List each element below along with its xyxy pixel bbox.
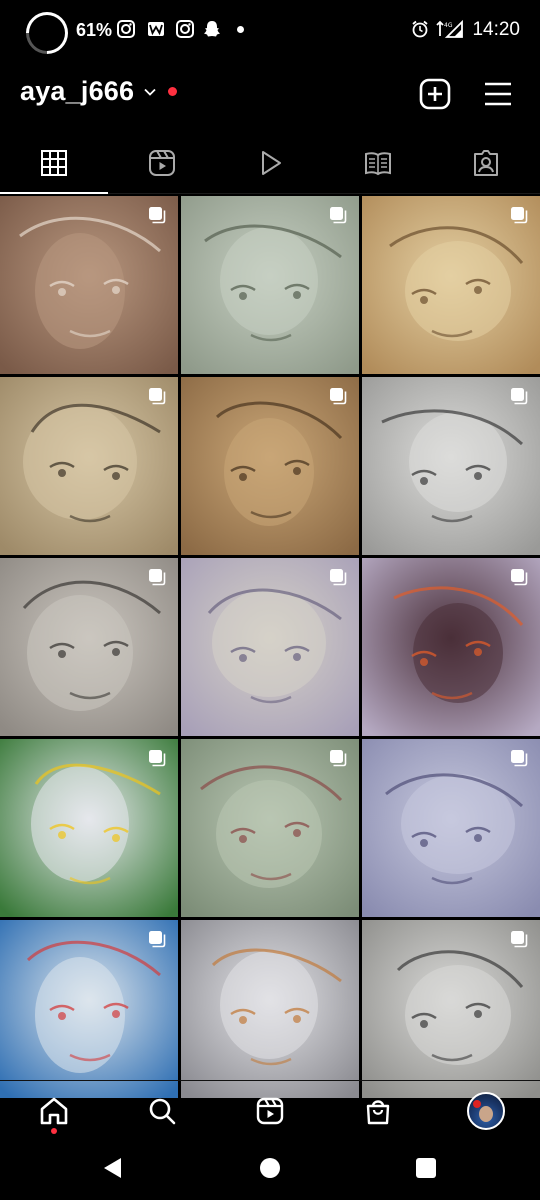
home-button[interactable]: [260, 1158, 280, 1178]
tab-reels[interactable]: [108, 132, 216, 193]
battery-percent: 61%: [76, 20, 113, 40]
search-icon: [149, 1098, 176, 1124]
profile-header: aya_j666: [0, 60, 540, 132]
carousel-icon: [330, 388, 347, 405]
chevron-down-icon: [144, 88, 156, 96]
signal-icon: [444, 19, 463, 38]
grid-icon: [41, 149, 67, 176]
account-switcher[interactable]: aya_j666: [20, 76, 178, 107]
shop-icon: [366, 1099, 390, 1124]
carousel-icon: [511, 750, 528, 767]
battery-ring-icon: [17, 3, 77, 63]
carousel-icon: [330, 750, 347, 767]
clock: 14:20: [472, 19, 520, 40]
instagram-icon: [117, 20, 135, 38]
menu-icon[interactable]: [480, 76, 516, 112]
post-thumbnail[interactable]: [0, 920, 178, 1098]
username: aya_j666: [20, 76, 135, 106]
reels-icon: [256, 1097, 284, 1124]
recents-button[interactable]: [416, 1158, 436, 1178]
w-app-icon: [148, 22, 164, 36]
carousel-icon: [149, 931, 166, 948]
alarm-icon: [412, 20, 428, 38]
nav-shop[interactable]: [324, 1081, 432, 1140]
tab-guides[interactable]: [324, 132, 432, 193]
post-thumbnail[interactable]: [181, 377, 359, 555]
notification-dot: [168, 87, 178, 96]
carousel-icon: [511, 207, 528, 224]
carousel-icon: [149, 207, 166, 224]
carousel-icon: [511, 388, 528, 405]
carousel-icon: [149, 388, 166, 405]
post-artwork: [181, 920, 359, 1098]
instagram-icon: [176, 20, 194, 38]
avatar: [467, 1091, 505, 1130]
guides-icon: [365, 151, 391, 175]
tab-videos[interactable]: [216, 132, 324, 193]
avatar-face: [479, 1105, 493, 1122]
post-thumbnail[interactable]: [0, 739, 178, 917]
new-post-icon[interactable]: [417, 76, 453, 112]
back-button[interactable]: [104, 1158, 121, 1178]
carousel-icon: [511, 931, 528, 948]
home-icon: [40, 1097, 68, 1124]
post-thumbnail[interactable]: [362, 558, 540, 736]
post-thumbnail[interactable]: [0, 196, 178, 374]
profile-tabs: [0, 132, 540, 194]
carousel-icon: [330, 569, 347, 586]
post-thumbnail[interactable]: [181, 739, 359, 917]
post-thumbnail[interactable]: [362, 377, 540, 555]
carousel-icon: [149, 569, 166, 586]
post-thumbnail[interactable]: [181, 558, 359, 736]
reels-icon: [149, 149, 175, 176]
post-thumbnail[interactable]: [0, 558, 178, 736]
post-grid: [0, 196, 540, 1098]
nav-profile[interactable]: [432, 1081, 540, 1140]
post-thumbnail[interactable]: [0, 377, 178, 555]
nav-search[interactable]: [108, 1081, 216, 1140]
system-nav-bar: [0, 1140, 540, 1200]
carousel-icon: [330, 207, 347, 224]
nav-home[interactable]: [0, 1081, 108, 1140]
post-thumbnail[interactable]: [362, 196, 540, 374]
carousel-icon: [149, 750, 166, 767]
carousel-icon: [511, 569, 528, 586]
play-icon: [262, 150, 281, 175]
post-thumbnail[interactable]: [181, 920, 359, 1098]
status-bar: 61% 4G 14:20: [0, 0, 540, 63]
tab-tagged[interactable]: [432, 132, 540, 193]
avatar-detail: [473, 1099, 481, 1108]
snapchat-icon: [204, 21, 220, 37]
post-thumbnail[interactable]: [362, 739, 540, 917]
tab-grid[interactable]: [0, 132, 108, 194]
post-thumbnail[interactable]: [181, 196, 359, 374]
notification-dot: [51, 1128, 57, 1134]
tagged-icon: [474, 149, 498, 176]
nav-reels[interactable]: [216, 1081, 324, 1140]
notification-dot: [237, 26, 244, 33]
post-thumbnail[interactable]: [362, 920, 540, 1098]
bottom-nav: [0, 1080, 540, 1140]
